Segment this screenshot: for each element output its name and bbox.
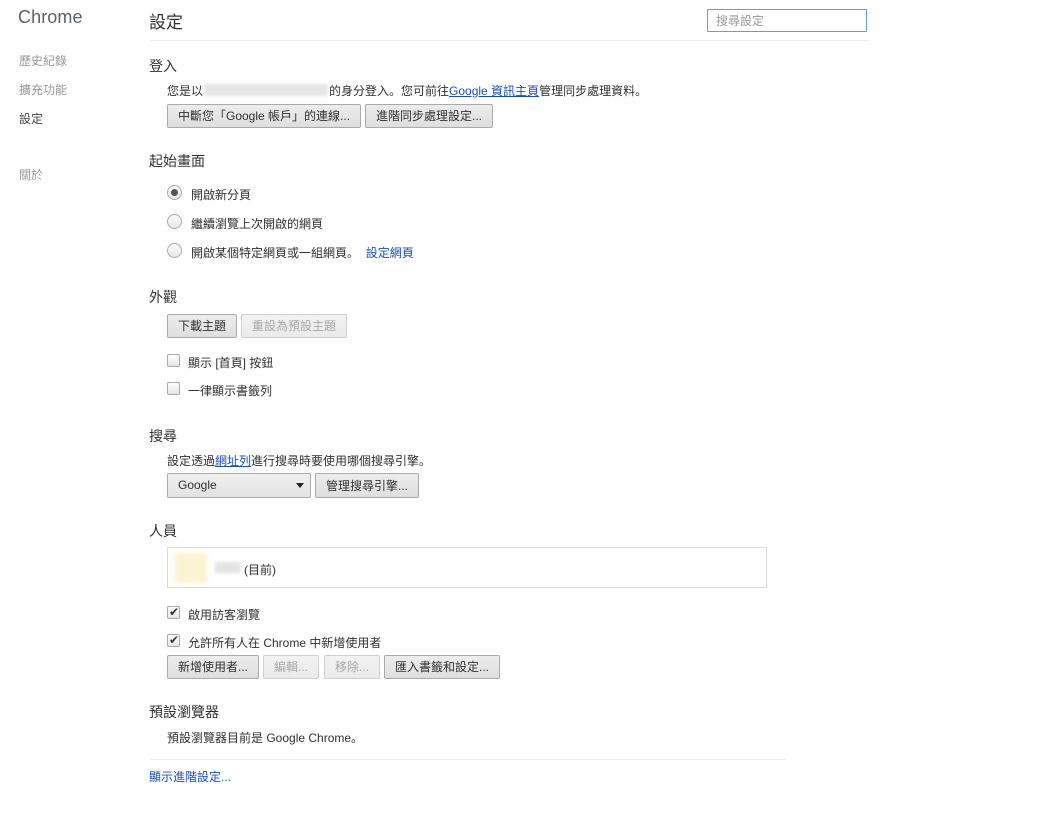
- add-person-button[interactable]: 新增使用者...: [167, 655, 260, 679]
- sidebar: Chrome 歷史紀錄 擴充功能 設定 關於: [0, 0, 140, 824]
- guest-browsing-label: 啟用訪客瀏覽: [188, 608, 261, 622]
- startup-newtab-label: 開啟新分頁: [191, 188, 252, 202]
- startup-specific-radio[interactable]: [167, 243, 182, 258]
- show-bookmarks-bar-checkbox[interactable]: [167, 382, 180, 395]
- page-title: 設定: [149, 13, 183, 32]
- header-divider: [149, 40, 869, 41]
- reset-theme-button[interactable]: 重設為預設主題: [241, 314, 348, 338]
- startup-specific-label: 開啟某個特定網頁或一組網頁。 設定網頁: [191, 246, 414, 260]
- people-section-title: 人員: [149, 523, 177, 539]
- remove-person-button[interactable]: 移除...: [324, 655, 381, 679]
- get-themes-button[interactable]: 下載主題: [167, 314, 238, 338]
- signin-status-text: 您是以 的身分登入。您可前往Google 資訊主頁管理同步處理資料。: [167, 84, 648, 98]
- advanced-sync-button[interactable]: 進階同步處理設定...: [365, 104, 494, 128]
- search-engine-select[interactable]: Google: [167, 473, 311, 498]
- search-description: 設定透過網址列進行搜尋時要使用哪個搜尋引擎。: [167, 454, 432, 468]
- startup-newtab-radio[interactable]: [167, 185, 182, 200]
- avatar: [175, 553, 207, 583]
- default-browser-status: 預設瀏覽器目前是 Google Chrome。: [167, 731, 364, 745]
- show-bookmarks-bar-label: 一律顯示書籤列: [188, 384, 273, 398]
- appearance-section-title: 外觀: [149, 289, 177, 305]
- set-pages-link[interactable]: 設定網頁: [366, 246, 414, 260]
- sidebar-item-history[interactable]: 歷史紀錄: [19, 52, 67, 69]
- guest-browsing-checkbox[interactable]: ✔: [167, 605, 180, 619]
- sidebar-item-extensions[interactable]: 擴充功能: [19, 81, 67, 98]
- profile-name-redacted: [215, 562, 241, 573]
- sidebar-item-settings[interactable]: 設定: [19, 110, 43, 127]
- account-email-redacted: [204, 84, 329, 96]
- show-home-button-checkbox[interactable]: [167, 354, 180, 367]
- dropdown-arrow-icon: [296, 483, 304, 488]
- search-settings-input[interactable]: [707, 9, 867, 32]
- startup-continue-label: 繼續瀏覽上次開啟的網頁: [191, 217, 324, 231]
- search-engine-value: Google: [178, 478, 217, 492]
- people-list: (目前): [167, 547, 767, 588]
- edit-person-button[interactable]: 編輯...: [263, 655, 320, 679]
- checkmark-icon: ✔: [169, 605, 180, 619]
- anyone-add-person-checkbox[interactable]: ✔: [167, 633, 180, 647]
- anyone-add-person-label: 允許所有人在 Chrome 中新增使用者: [188, 636, 382, 650]
- startup-continue-radio[interactable]: [167, 214, 182, 229]
- signin-section-title: 登入: [149, 58, 177, 74]
- import-bookmarks-button[interactable]: 匯入書籤和設定...: [384, 655, 501, 679]
- disconnect-account-button[interactable]: 中斷您「Google 帳戶」的連線...: [167, 104, 362, 128]
- checkmark-icon: ✔: [169, 633, 180, 647]
- show-advanced-settings-link[interactable]: 顯示進階設定...: [149, 768, 231, 785]
- manage-search-engines-button[interactable]: 管理搜尋引擎...: [315, 473, 420, 498]
- brand-title: Chrome: [18, 7, 83, 27]
- show-home-button-label: 顯示 [首頁] 按鈕: [188, 356, 274, 370]
- footer-divider: [149, 759, 787, 760]
- google-dashboard-link[interactable]: Google 資訊主頁: [449, 84, 539, 98]
- sidebar-item-about[interactable]: 關於: [19, 166, 43, 183]
- startup-section-title: 起始畫面: [149, 153, 205, 169]
- search-section-title: 搜尋: [149, 428, 177, 444]
- profile-current-label: (目前): [244, 563, 276, 577]
- default-browser-section-title: 預設瀏覽器: [149, 704, 219, 720]
- omnibox-link[interactable]: 網址列: [215, 454, 251, 468]
